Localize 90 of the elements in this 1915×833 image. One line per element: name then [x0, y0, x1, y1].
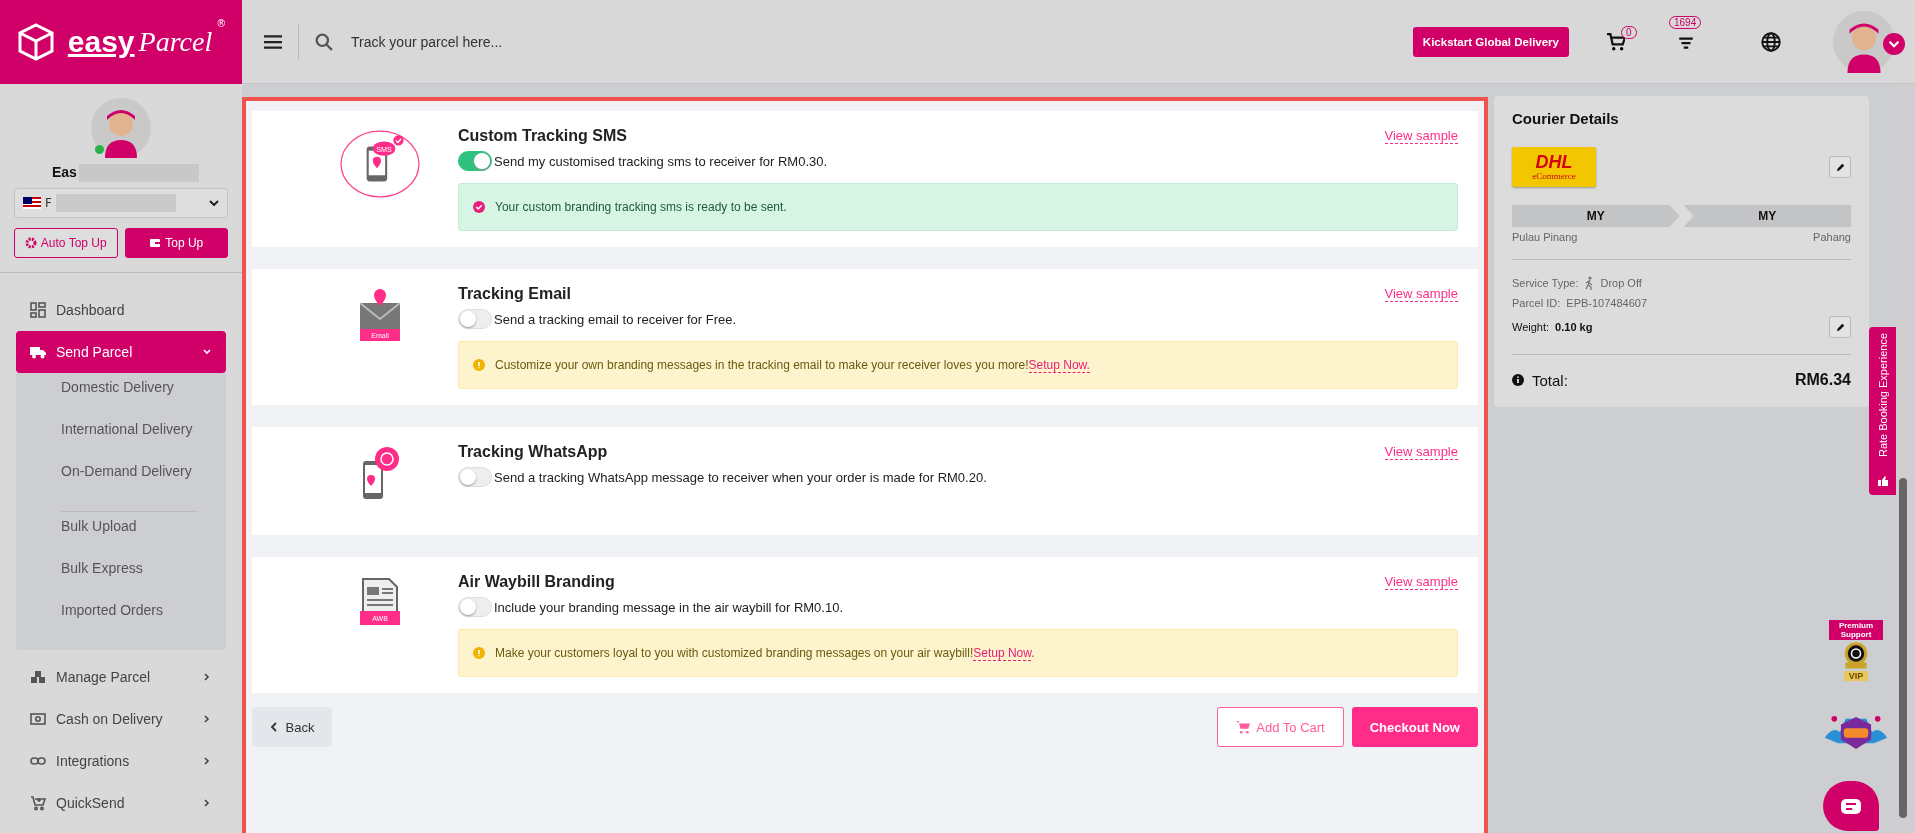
info-icon [473, 359, 485, 371]
nav-item[interactable]: Manage Parcel [16, 656, 226, 698]
cart-icon [1236, 720, 1251, 734]
total-label: Total: [1532, 371, 1568, 389]
option-title: Air Waybill Branding [458, 573, 615, 591]
view-sample-link[interactable]: View sample [1384, 286, 1458, 302]
search-icon [315, 32, 333, 51]
walking-person-icon [1584, 276, 1595, 290]
toggle-switch[interactable] [458, 467, 492, 487]
cart-icon[interactable] [1607, 32, 1625, 51]
view-sample-link[interactable]: View sample [1384, 444, 1458, 460]
back-button[interactable]: Back [252, 707, 332, 747]
option-description: Send a tracking email to receiver for Free. [494, 311, 737, 327]
cartplus-icon [30, 795, 46, 811]
edit-button[interactable] [1829, 316, 1851, 338]
chat-button[interactable] [1823, 781, 1879, 831]
add-to-cart-button[interactable]: Add To Cart [1217, 707, 1344, 747]
premium-support-badge[interactable]: Premium Support VIP [1829, 620, 1883, 681]
weight-value: 0.10 kg [1555, 321, 1593, 333]
total-amount: RM6.34 [1794, 371, 1851, 389]
weight-label: Weight: [1512, 321, 1550, 333]
info-icon [473, 647, 485, 659]
check-circle-icon [473, 201, 485, 213]
cash-icon [30, 711, 46, 727]
dropdown-icon[interactable] [1883, 32, 1905, 55]
parcel-id-label: Parcel ID: [1512, 297, 1561, 309]
top-up-button[interactable]: Auto Top Up [14, 228, 118, 258]
avatar-icon[interactable] [1833, 10, 1895, 73]
nav-item[interactable]: QuickSend [16, 782, 226, 824]
submenu-item[interactable]: On-Demand Delivery [16, 463, 226, 505]
submenu-item[interactable]: Bulk Express [16, 560, 226, 602]
service-label: Service Type: [1512, 277, 1579, 289]
menu-icon[interactable] [264, 34, 282, 49]
courier-logo: DHL eCommerce [1512, 147, 1596, 187]
submenu-item[interactable]: Domestic Delivery [16, 379, 226, 421]
top-up-button[interactable]: Top Up [124, 228, 228, 258]
nav-item[interactable]: Dashboard [16, 289, 226, 331]
chat-icon [1841, 798, 1861, 814]
pencil-icon [1834, 321, 1846, 333]
nav-item[interactable]: Send Parcel [16, 331, 226, 373]
chevron-left-icon [269, 722, 278, 732]
origin-country: MY [1512, 205, 1680, 227]
checkout-button[interactable]: Checkout Now [1351, 707, 1478, 747]
view-sample-link[interactable]: View sample [1384, 574, 1458, 590]
kickstart-button[interactable]: Kickstart Global Delivery [1412, 26, 1569, 57]
avatar-icon [91, 98, 151, 158]
alert-text: Your custom branding tracking sms is ready to be sent. [495, 200, 787, 214]
account-select[interactable]: F [14, 188, 228, 218]
option-description: Send a tracking WhatsApp message to receiver when your order is made for RM0.20. [494, 469, 987, 485]
option-title: Tracking WhatsApp [458, 443, 608, 461]
destination-country: MY [1683, 205, 1851, 227]
view-sample-link[interactable]: View sample [1384, 128, 1458, 144]
notification-count: 1694 [1669, 15, 1702, 29]
wallet-icon [149, 237, 162, 249]
parcel-id: EPB-107484607 [1566, 297, 1648, 309]
origin-state: Pulau Pinang [1512, 231, 1578, 243]
toggle-switch[interactable] [458, 151, 492, 171]
submenu-item[interactable]: Imported Orders [16, 602, 226, 644]
truck-icon [30, 344, 46, 360]
rate-tab[interactable]: Rate Booking Experience [1869, 327, 1897, 495]
user-name: Eas [52, 164, 77, 182]
info-icon [1512, 374, 1524, 386]
thumbs-up-icon [1877, 475, 1889, 487]
pencil-icon [1834, 161, 1846, 173]
setup-now-link[interactable]: Setup Now. [1028, 358, 1090, 373]
submenu-item[interactable]: Bulk Upload [16, 518, 226, 560]
chevron-down-icon [209, 200, 219, 206]
globe-icon[interactable] [1761, 31, 1781, 52]
option-title: Custom Tracking SMS [458, 127, 627, 145]
destination-state: Pahang [1813, 231, 1851, 243]
cart-count: 0 [1621, 25, 1637, 39]
option-title: Tracking Email [458, 285, 571, 303]
toggle-switch[interactable] [458, 309, 492, 329]
nav-item[interactable]: Cash on Delivery [16, 698, 226, 740]
alert-text: Make your customers loyal to you with customized branding messages on your air waybill!Setup Now. [495, 646, 1035, 660]
nav-item[interactable]: Integrations [16, 740, 226, 782]
flag-icon [23, 197, 41, 209]
courier-heading: Courier Details [1512, 110, 1620, 127]
boxes-icon [30, 669, 46, 685]
alert-text: Customize your own branding messages in the tracking email to make your receiver loves you more!Setup Now. [495, 358, 1090, 372]
gear-icon [24, 237, 37, 249]
service-type: Drop Off [1600, 277, 1642, 289]
toggle-switch[interactable] [458, 597, 492, 617]
online-dot [95, 145, 104, 154]
option-description: Send my customised tracking sms to receiver for RM0.30. [494, 153, 828, 169]
submenu-item[interactable]: International Delivery [16, 421, 226, 463]
search-field[interactable]: Track your parcel here... [349, 32, 653, 51]
option-description: Include your branding message in the air waybill for RM0.10. [494, 599, 843, 615]
dashboard-icon [30, 302, 46, 318]
edit-button[interactable] [1829, 156, 1851, 178]
